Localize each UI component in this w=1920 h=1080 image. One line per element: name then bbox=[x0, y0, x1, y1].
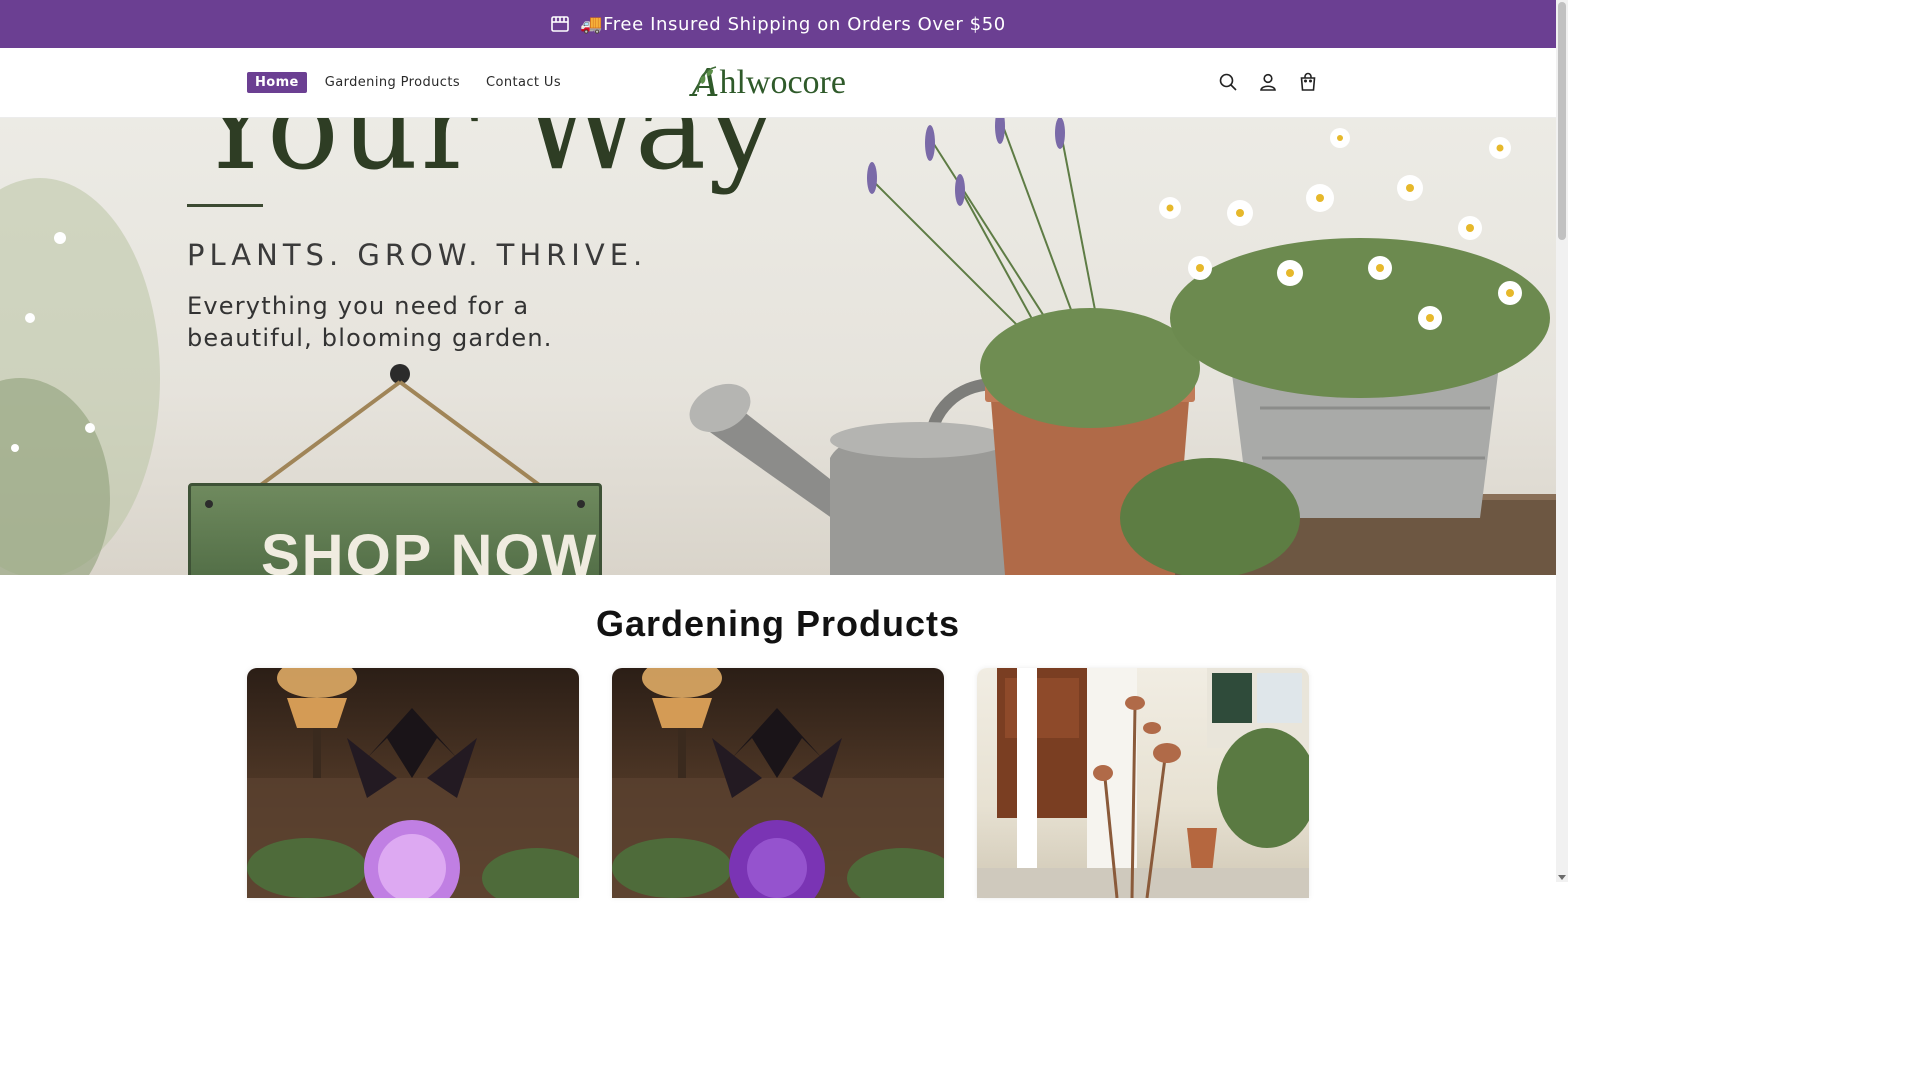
cart-icon[interactable] bbox=[1296, 70, 1320, 94]
announcement-bar: 🚚Free Insured Shipping on Orders Over $5… bbox=[0, 0, 1556, 48]
shop-now-label: SHOP NOW bbox=[261, 523, 599, 575]
shop-now-sign[interactable]: SHOP NOW bbox=[188, 483, 602, 575]
nail-icon bbox=[205, 500, 213, 508]
section-title: Gardening Products bbox=[595, 603, 961, 644]
hero-banner[interactable]: Your Way PLANTS. GROW. THRIVE. Everythin… bbox=[0, 118, 1556, 575]
main-nav: Home Gardening Products Contact Us bbox=[247, 72, 569, 93]
product-grid bbox=[247, 668, 1309, 898]
dragon-orb-lamp-image bbox=[247, 668, 579, 898]
leaf-icon bbox=[697, 66, 717, 93]
hero-tagline: PLANTS. GROW. THRIVE. bbox=[187, 238, 648, 272]
nav-gardening-products[interactable]: Gardening Products bbox=[317, 72, 468, 93]
header-actions bbox=[1216, 70, 1320, 94]
site-logo[interactable]: A hlwocore bbox=[692, 62, 862, 104]
logo-wordmark: hlwocore bbox=[719, 64, 846, 101]
dragon-orb-lamp-image bbox=[612, 668, 944, 898]
product-card[interactable] bbox=[247, 668, 579, 898]
scroll-down-arrow-icon[interactable] bbox=[1558, 875, 1566, 880]
product-card[interactable] bbox=[977, 668, 1309, 898]
nav-contact-us[interactable]: Contact Us bbox=[478, 72, 569, 93]
copper-flower-stakes-image bbox=[977, 668, 1309, 898]
hero-subtitle: Everything you need for a beautiful, blo… bbox=[187, 292, 553, 352]
announcement-text: 🚚Free Insured Shipping on Orders Over $5… bbox=[580, 13, 1006, 35]
hero-headline: Your Way bbox=[196, 118, 779, 197]
store-icon bbox=[550, 14, 570, 34]
account-icon[interactable] bbox=[1256, 70, 1280, 94]
nail-icon bbox=[577, 500, 585, 508]
product-card[interactable] bbox=[612, 668, 944, 898]
search-icon[interactable] bbox=[1216, 70, 1240, 94]
nav-home[interactable]: Home bbox=[247, 72, 307, 93]
site-header: Home Gardening Products Contact Us A hlw… bbox=[0, 48, 1556, 118]
scrollbar-thumb[interactable] bbox=[1558, 2, 1566, 240]
hero-divider bbox=[187, 204, 263, 207]
page-scrollbar[interactable] bbox=[1556, 0, 1568, 882]
